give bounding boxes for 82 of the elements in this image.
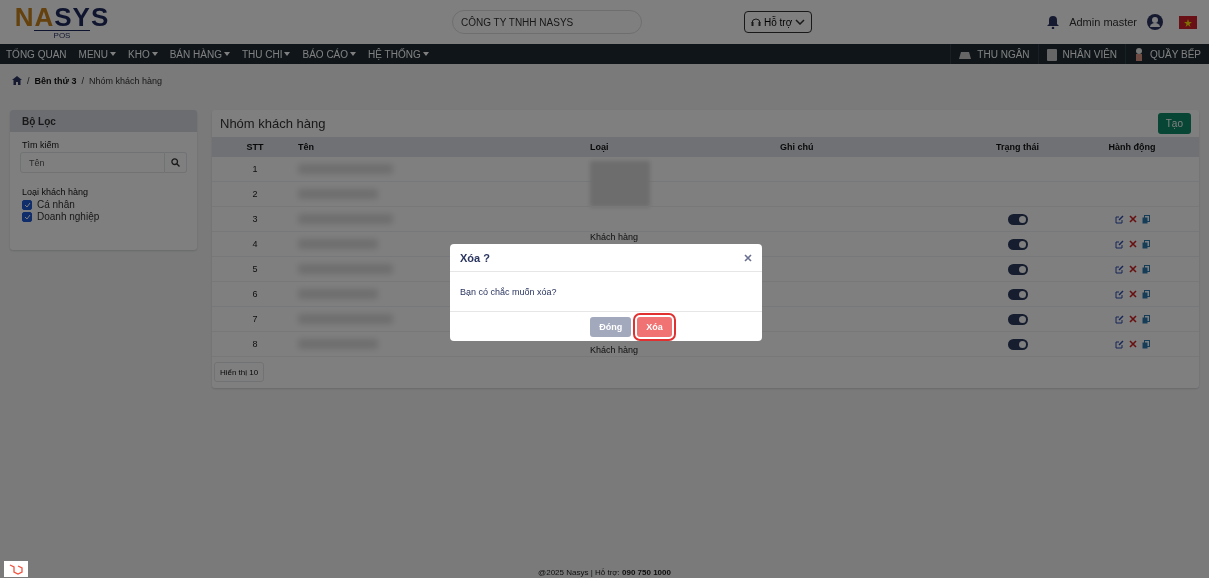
nav-menu-item[interactable]: THU CHI: [235, 48, 297, 60]
copy-icon[interactable]: [1141, 289, 1150, 299]
column-header: Hành động: [1107, 142, 1157, 152]
checkbox-label: Doanh nghiệp: [37, 211, 100, 222]
delete-icon[interactable]: [1128, 340, 1137, 348]
edit-icon[interactable]: [1114, 289, 1124, 299]
delete-icon[interactable]: [1128, 215, 1137, 223]
column-header: STT: [245, 142, 265, 152]
table-cell: Khách hàng: [590, 346, 639, 355]
close-icon[interactable]: [744, 253, 752, 262]
chef-icon: [1134, 47, 1145, 61]
headset-icon: [751, 17, 761, 27]
customer-type-label: Loại khách hàng: [22, 187, 90, 197]
dialog-title: Xóa ?: [460, 251, 490, 264]
status-toggle[interactable]: [1007, 338, 1028, 350]
flag-icon[interactable]: [1179, 15, 1197, 29]
filter-title: Bộ Lọc: [10, 110, 197, 132]
chevron-icon: [795, 19, 806, 25]
column-header: Ghi chú: [780, 142, 815, 152]
user-name[interactable]: Admin master: [1069, 16, 1137, 28]
nav-menu-item[interactable]: BÁN HÀNG: [163, 48, 236, 60]
nav-shortcut-link[interactable]: NHÂN VIÊN: [1037, 44, 1126, 64]
table-cell: Khách hàng: [590, 233, 639, 242]
table-cell-text: 4: [251, 239, 259, 249]
checkbox[interactable]: [22, 199, 32, 210]
dialog-message: Bạn có chắc muốn xóa?: [450, 272, 762, 312]
copy-icon[interactable]: [1141, 214, 1150, 224]
copy-icon[interactable]: [1141, 264, 1150, 274]
nav-menu-item[interactable]: TỔNG QUAN: [0, 48, 73, 60]
bell-icon[interactable]: [1047, 15, 1060, 29]
delete-icon[interactable]: [1128, 315, 1137, 323]
checkbox-label: Cá nhân: [37, 199, 75, 210]
cash-register-icon: [959, 49, 972, 59]
nav-shortcut-link[interactable]: QUẦY BẾP: [1125, 44, 1209, 64]
table-title: Nhóm khách hàng: [220, 116, 326, 131]
create-button[interactable]: Tạo: [1157, 113, 1191, 134]
edit-icon[interactable]: [1114, 339, 1124, 349]
table-cell-text: 3: [251, 214, 259, 224]
search-icon: [171, 158, 180, 167]
table-cell-text: 1: [251, 164, 259, 174]
status-toggle[interactable]: [1007, 288, 1028, 300]
status-toggle[interactable]: [1007, 238, 1028, 250]
logo[interactable]: NASYS POS: [12, 4, 112, 40]
status-toggle[interactable]: [1007, 263, 1028, 275]
table-cell-text: 2: [251, 189, 259, 199]
column-header: Loại: [590, 142, 610, 152]
edit-icon[interactable]: [1114, 314, 1124, 324]
nav-menu-item[interactable]: BÁO CÁO: [296, 48, 363, 60]
column-header: Trạng thái: [995, 142, 1040, 152]
home-icon[interactable]: [12, 76, 22, 85]
status-toggle[interactable]: [1007, 313, 1028, 325]
nav-menu-item[interactable]: KHO: [122, 48, 164, 60]
table-cell-text: 7: [251, 314, 259, 324]
delete-icon[interactable]: [1128, 240, 1137, 248]
copy-icon[interactable]: [1141, 314, 1150, 324]
nav-menu-item[interactable]: MENU: [72, 48, 122, 60]
page-size-button[interactable]: Hiển thị 10: [214, 362, 264, 382]
search-button[interactable]: [165, 152, 187, 173]
delete-icon[interactable]: [1128, 290, 1137, 298]
support-button[interactable]: Hỗ trợ: [744, 11, 813, 33]
delete-icon[interactable]: [1128, 265, 1137, 273]
column-header: Tên: [298, 142, 315, 152]
user-avatar-icon[interactable]: [1147, 14, 1163, 30]
table-cell-text: 6: [251, 289, 259, 299]
table-cell-text: 8: [251, 339, 259, 349]
checkbox[interactable]: [22, 211, 32, 222]
copy-icon[interactable]: [1141, 339, 1150, 349]
breadcrumb-item: Nhóm khách hàng: [89, 76, 163, 86]
search-field[interactable]: Tên: [20, 152, 165, 173]
search-label: Tìm kiếm: [22, 140, 60, 150]
table-cell-text: 5: [251, 264, 259, 274]
breadcrumb-separator: /: [27, 76, 30, 86]
status-toggle[interactable]: [1007, 213, 1028, 225]
edit-icon[interactable]: [1114, 239, 1124, 249]
edit-icon[interactable]: [1114, 214, 1124, 224]
breadcrumb-separator: /: [81, 76, 85, 86]
nav-shortcut-link[interactable]: THU NGÂN: [950, 44, 1038, 64]
breadcrumb-item[interactable]: Bên thứ 3: [34, 76, 77, 86]
nav-menu-item[interactable]: HỆ THỐNG: [362, 48, 435, 60]
edit-icon[interactable]: [1114, 264, 1124, 274]
copy-icon[interactable]: [1141, 239, 1150, 249]
clipboard-icon: [1046, 47, 1057, 61]
